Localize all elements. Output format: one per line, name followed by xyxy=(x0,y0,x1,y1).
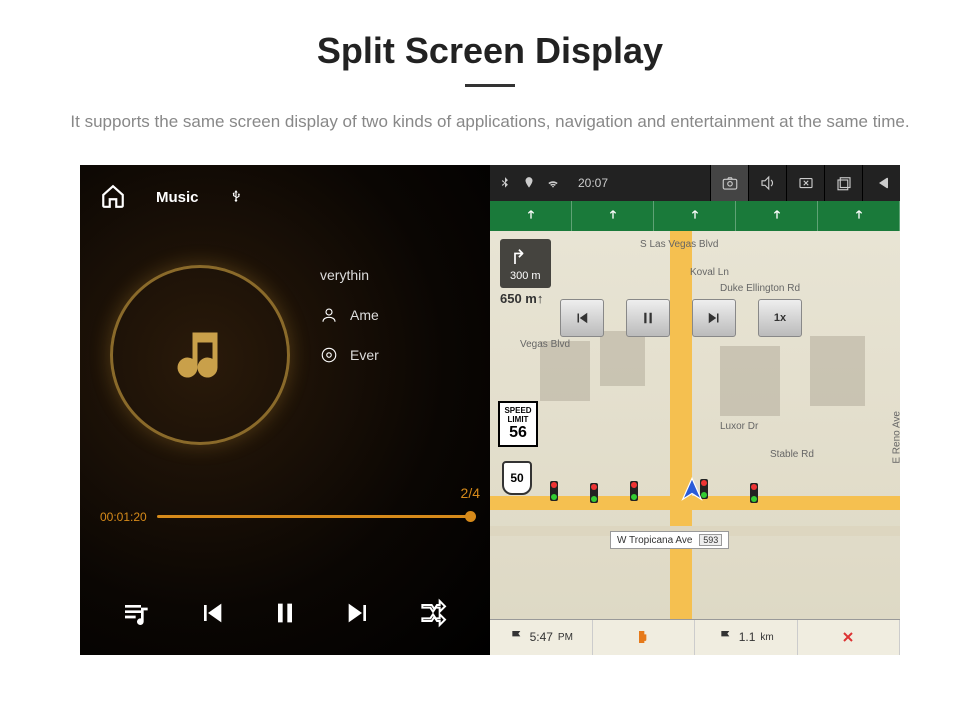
fuel-cell[interactable] xyxy=(593,620,696,655)
wifi-icon xyxy=(546,176,560,190)
recents-button[interactable] xyxy=(824,165,862,201)
elapsed-time: 00:01:20 xyxy=(100,510,147,524)
turn-instruction: ↰ 300 m xyxy=(500,239,551,288)
street-label: Duke Ellington Rd xyxy=(720,283,800,294)
track-metadata: verythin Ame Ever xyxy=(320,295,379,375)
navigation-panel: 20:07 S Las Vegas Bl xyxy=(490,165,900,655)
progress-row: 00:01:20 xyxy=(100,510,470,524)
album-icon xyxy=(320,346,338,364)
prev-track-icon[interactable] xyxy=(196,597,228,634)
shuffle-icon[interactable] xyxy=(417,597,449,634)
traffic-light-icon xyxy=(550,481,558,501)
music-panel: Music verythin Ame Ever xyxy=(80,165,490,655)
followup-distance: 650 m↑ xyxy=(500,291,543,306)
street-label: Koval Ln xyxy=(690,267,729,278)
bluetooth-icon xyxy=(498,176,512,190)
title-underline xyxy=(465,84,515,87)
traffic-light-icon xyxy=(630,481,638,501)
street-label: Vegas Blvd xyxy=(520,339,570,350)
close-icon xyxy=(840,629,856,645)
usb-icon[interactable] xyxy=(229,186,243,210)
album-art xyxy=(110,265,290,445)
floating-media-controls: 1x xyxy=(560,299,802,337)
playlist-icon[interactable] xyxy=(121,597,153,634)
flag-icon xyxy=(718,629,734,645)
volume-button[interactable] xyxy=(748,165,786,201)
music-app-label: Music xyxy=(156,189,199,206)
media-next-button[interactable] xyxy=(692,299,736,337)
street-label: E Reno Ave xyxy=(892,411,903,464)
device-screen: Music verythin Ame Ever xyxy=(80,165,900,655)
home-icon[interactable] xyxy=(100,183,126,213)
media-prev-button[interactable] xyxy=(560,299,604,337)
street-label: Stable Rd xyxy=(770,449,814,460)
vehicle-cursor xyxy=(678,476,706,504)
page-subtitle: It supports the same screen display of t… xyxy=(0,109,980,135)
building xyxy=(600,331,645,386)
album-partial: Ever xyxy=(350,334,379,376)
building xyxy=(540,341,590,401)
flag-icon xyxy=(509,629,525,645)
turn-left-icon: ↰ xyxy=(510,245,527,270)
route-shield: 50 xyxy=(502,461,532,495)
page-title: Split Screen Display xyxy=(0,30,980,72)
lane-arrow xyxy=(572,201,654,231)
location-icon xyxy=(522,176,536,190)
eta-cell[interactable]: 5:47PM xyxy=(490,620,593,655)
status-bar: 20:07 xyxy=(490,165,900,201)
building xyxy=(720,346,780,416)
progress-bar[interactable] xyxy=(157,515,470,518)
traffic-light-icon xyxy=(590,483,598,503)
status-time: 20:07 xyxy=(570,176,616,190)
turn-distance: 300 m xyxy=(510,270,541,282)
lane-arrow xyxy=(818,201,900,231)
road-vertical xyxy=(670,231,692,619)
tropicana-label: W Tropicana Ave 593 xyxy=(610,531,729,549)
media-pause-button[interactable] xyxy=(626,299,670,337)
progress-thumb[interactable] xyxy=(465,511,476,522)
traffic-light-icon xyxy=(750,483,758,503)
nav-bottom-bar: 5:47PM 1.1km xyxy=(490,619,900,655)
dismiss-button[interactable] xyxy=(786,165,824,201)
fuel-icon xyxy=(635,629,651,645)
lane-arrow xyxy=(736,201,818,231)
song-title-partial: verythin xyxy=(320,254,369,296)
playback-speed-button[interactable]: 1x xyxy=(758,299,802,337)
speed-limit-sign: SPEED LIMIT 56 xyxy=(498,401,538,447)
map-canvas[interactable]: S Las Vegas Blvd Koval Ln Duke Ellington… xyxy=(490,231,900,619)
track-counter: 2/4 xyxy=(461,485,480,501)
lane-arrow xyxy=(654,201,736,231)
street-label: S Las Vegas Blvd xyxy=(640,239,718,250)
lane-arrow xyxy=(490,201,572,231)
screenshot-button[interactable] xyxy=(710,165,748,201)
artist-icon xyxy=(320,306,338,324)
building xyxy=(810,336,865,406)
artist-partial: Ame xyxy=(350,294,379,336)
street-label: Luxor Dr xyxy=(720,421,758,432)
close-nav-button[interactable] xyxy=(798,620,901,655)
back-button[interactable] xyxy=(862,165,900,201)
pause-icon[interactable] xyxy=(271,596,299,635)
music-note-icon xyxy=(170,325,230,385)
next-track-icon[interactable] xyxy=(342,597,374,634)
distance-cell[interactable]: 1.1km xyxy=(695,620,798,655)
lane-guidance xyxy=(490,201,900,231)
